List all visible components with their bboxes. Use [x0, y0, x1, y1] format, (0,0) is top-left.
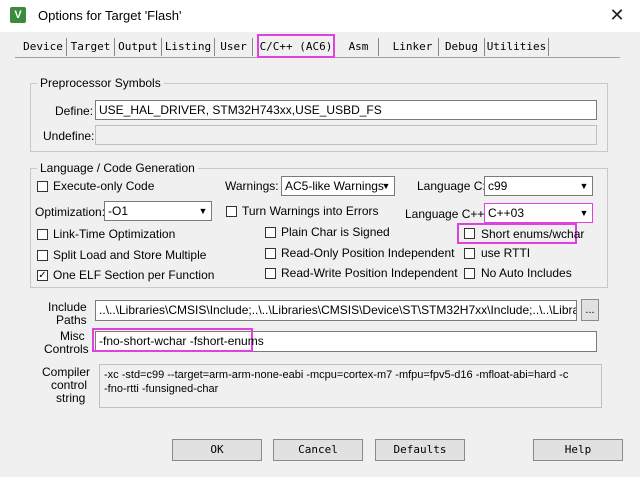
cancel-button[interactable]: Cancel: [273, 439, 363, 461]
language-cpp-label: Language C++:: [405, 207, 488, 221]
short-enums-label: Short enums/wchar: [481, 227, 585, 241]
rw-pos-label: Read-Write Position Independent: [281, 266, 458, 280]
plain-char-checkbox[interactable]: [265, 227, 276, 238]
optimization-value: -O1: [108, 204, 129, 218]
link-time-label: Link-Time Optimization: [53, 227, 176, 241]
use-rtti-checkbox[interactable]: [464, 248, 475, 259]
tab-linker[interactable]: Linker: [387, 38, 439, 56]
plain-char-label: Plain Char is Signed: [281, 225, 390, 239]
include-label-line2: Paths: [56, 313, 87, 327]
warnings-label: Warnings:: [225, 179, 279, 193]
chevron-down-icon: ▼: [198, 206, 208, 216]
tab-bar: Device Target Output Listing User C/C++ …: [15, 34, 625, 58]
language-c-label: Language C:: [417, 179, 486, 193]
tab-output[interactable]: Output: [115, 38, 162, 56]
window-title: Options for Target 'Flash': [38, 8, 182, 23]
warnings-select[interactable]: AC5-like Warnings ▼: [281, 176, 395, 196]
no-auto-includes-label: No Auto Includes: [481, 266, 572, 280]
ro-pos-label: Read-Only Position Independent: [281, 246, 455, 260]
one-elf-checkbox[interactable]: ✓: [37, 270, 48, 281]
help-button[interactable]: Help: [533, 439, 623, 461]
tab-user[interactable]: User: [215, 38, 253, 56]
compiler-label-line1: Compiler: [42, 365, 91, 379]
include-label-line1: Include: [48, 300, 87, 314]
chevron-down-icon: ▼: [381, 181, 391, 191]
language-c-value: c99: [488, 179, 508, 193]
app-icon: V: [10, 7, 26, 23]
tab-debug[interactable]: Debug: [439, 38, 485, 56]
tab-listing[interactable]: Listing: [162, 38, 215, 56]
one-elf-label: One ELF Section per Function: [53, 268, 215, 282]
optimization-select[interactable]: -O1 ▼: [104, 201, 212, 221]
misc-controls-value: -fno-short-wchar -fshort-enums: [99, 334, 264, 348]
split-load-checkbox[interactable]: [37, 250, 48, 261]
misc-label-line1: Misc: [60, 329, 85, 343]
include-paths-input[interactable]: ..\..\Libraries\CMSIS\Include;..\..\Libr…: [95, 300, 577, 321]
language-cpp-value: C++03: [488, 206, 525, 220]
tab-cpp-ac6[interactable]: C/C++ (AC6): [257, 34, 335, 58]
language-c-select[interactable]: c99 ▼: [484, 176, 593, 196]
turn-warnings-checkbox[interactable]: [226, 206, 237, 217]
optimization-label: Optimization:: [35, 205, 106, 219]
misc-label-line2: Controls: [44, 342, 89, 356]
define-input[interactable]: USE_HAL_DRIVER, STM32H743xx,USE_USBD_FS: [95, 100, 597, 120]
ok-button[interactable]: OK: [172, 439, 262, 461]
execute-only-label: Execute-only Code: [53, 179, 155, 193]
use-rtti-label: use RTTI: [481, 246, 531, 260]
language-cpp-select[interactable]: C++03 ▼: [484, 203, 593, 223]
rw-pos-checkbox[interactable]: [265, 268, 276, 279]
tab-asm[interactable]: Asm: [339, 38, 379, 56]
preprocessor-group-title: Preprocessor Symbols: [37, 76, 164, 90]
compiler-line-1: -xc -std=c99 --target=arm-arm-none-eabi …: [104, 369, 569, 381]
warnings-value: AC5-like Warnings: [285, 179, 384, 193]
tab-utilities[interactable]: Utilities: [485, 38, 549, 56]
ro-pos-checkbox[interactable]: [265, 248, 276, 259]
short-enums-checkbox[interactable]: [464, 228, 475, 239]
tab-target[interactable]: Target: [67, 38, 115, 56]
defaults-button[interactable]: Defaults: [375, 439, 465, 461]
chevron-down-icon: ▼: [579, 181, 589, 191]
define-label: Define:: [55, 104, 94, 118]
undefine-input[interactable]: [95, 125, 597, 145]
compiler-line-2: -fno-rtti -funsigned-char: [104, 383, 219, 395]
compiler-label-line3: string: [56, 391, 86, 405]
include-browse-button[interactable]: ...: [581, 299, 599, 321]
link-time-checkbox[interactable]: [37, 229, 48, 240]
language-group-title: Language / Code Generation: [37, 161, 198, 175]
chevron-down-icon: ▼: [579, 208, 589, 218]
no-auto-includes-checkbox[interactable]: [464, 268, 475, 279]
turn-warnings-label: Turn Warnings into Errors: [242, 204, 379, 218]
tab-device[interactable]: Device: [20, 38, 67, 56]
split-load-label: Split Load and Store Multiple: [53, 248, 207, 262]
compiler-control-string[interactable]: -xc -std=c99 --target=arm-arm-none-eabi …: [99, 364, 602, 408]
execute-only-checkbox[interactable]: [37, 181, 48, 192]
undefine-label: Undefine:: [43, 129, 95, 143]
close-icon[interactable]: ✕: [606, 4, 628, 26]
compiler-label-line2: control: [51, 378, 88, 392]
